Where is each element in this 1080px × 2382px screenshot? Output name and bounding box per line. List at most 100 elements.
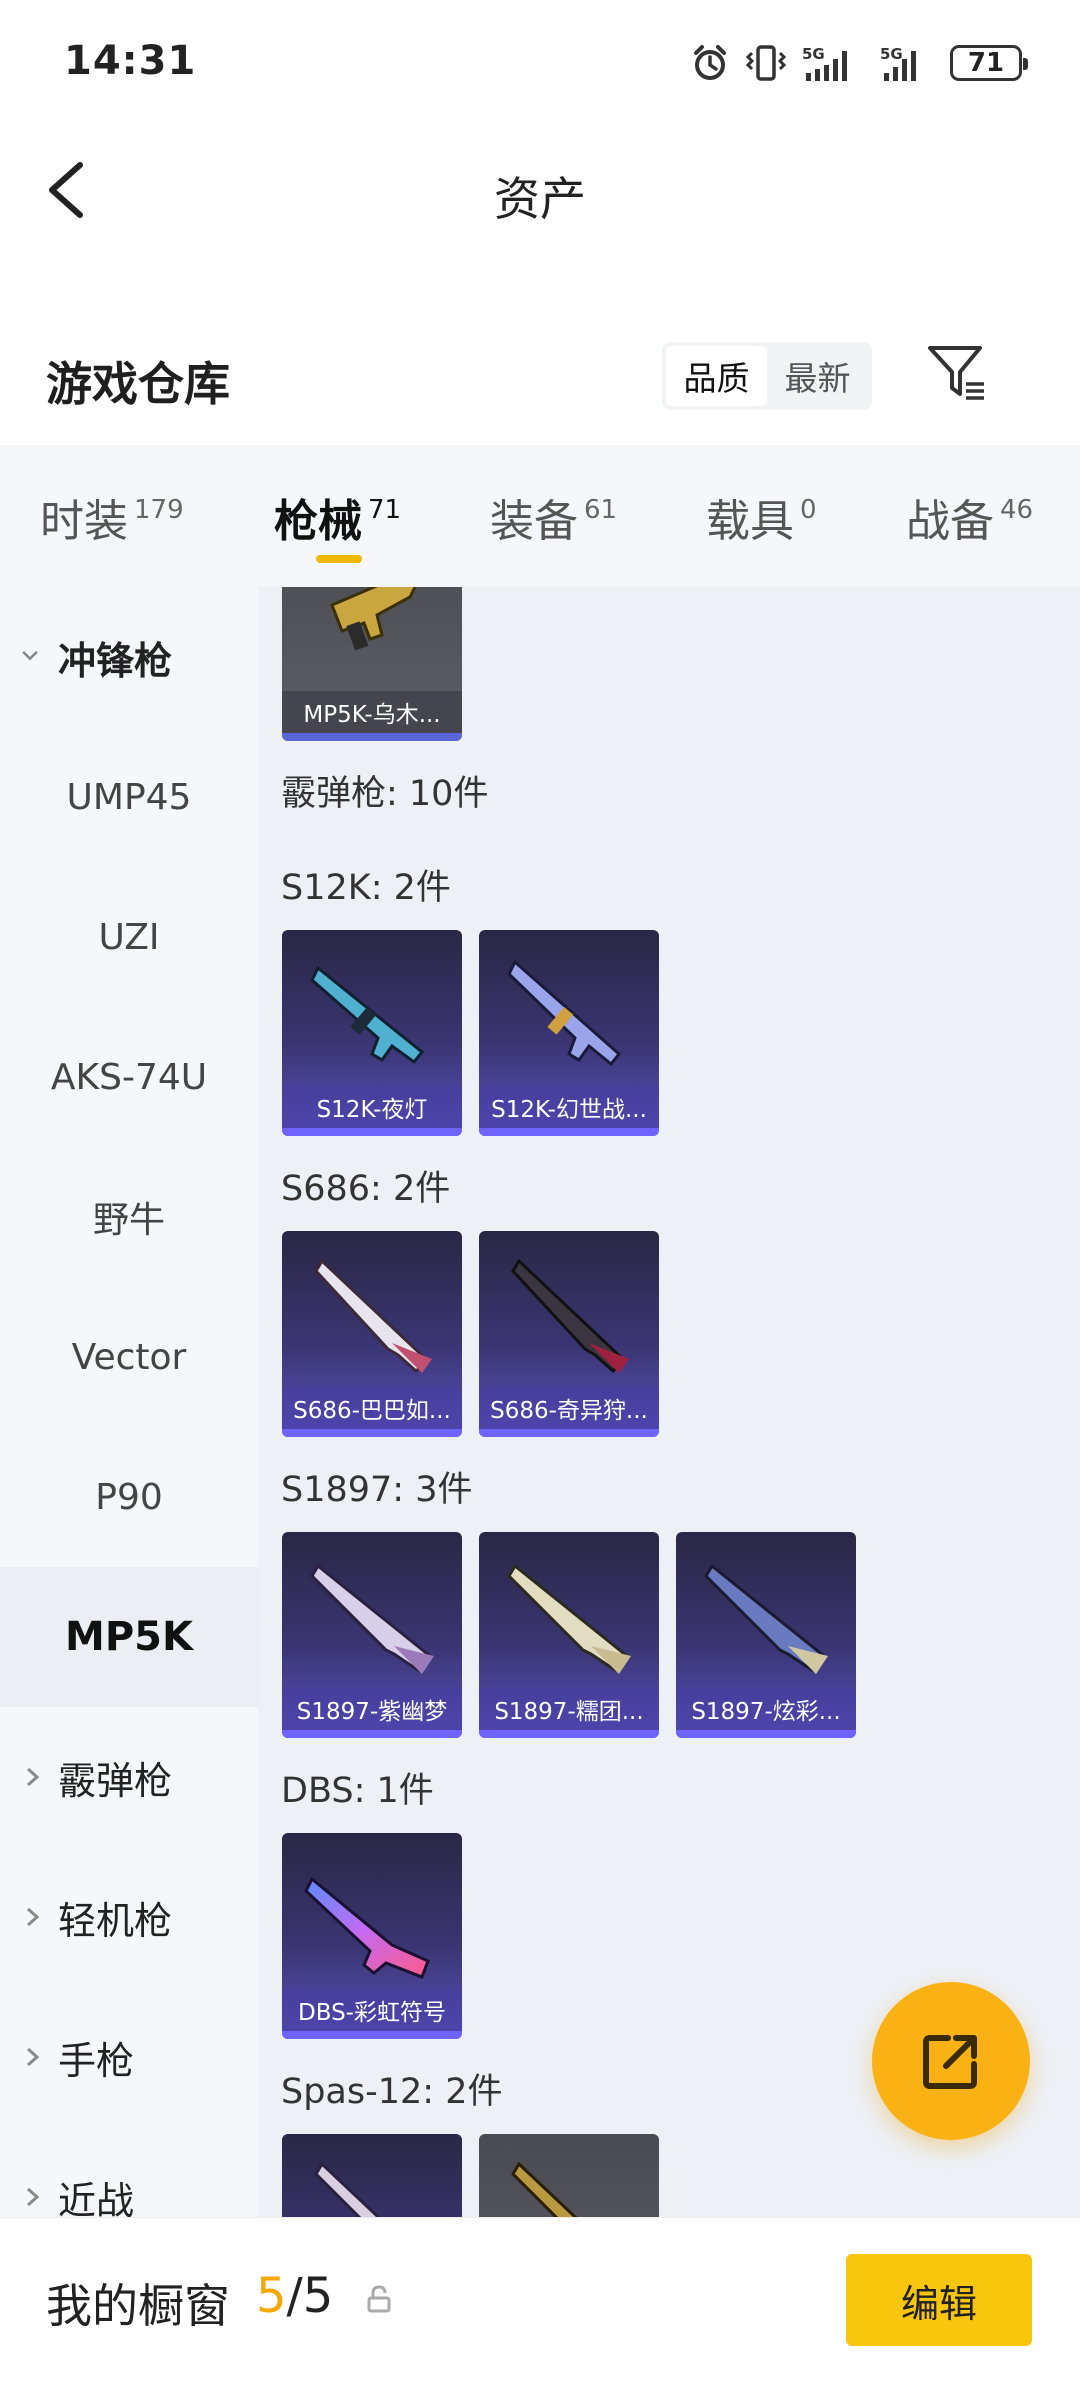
vibrate-icon <box>745 45 787 81</box>
tab-equipment[interactable]: 装备 61 <box>490 485 617 565</box>
sidebar-item-label: 野牛 <box>92 1200 165 1241</box>
weapon-card[interactable] <box>479 2134 659 2217</box>
weapon-card[interactable]: S686-奇异狩... <box>479 1231 659 1437</box>
weapon-card-name: S12K-夜灯 <box>282 1086 462 1128</box>
share-button[interactable] <box>872 1982 1030 2140</box>
tab-count: 61 <box>584 495 618 525</box>
filter-button[interactable] <box>924 340 990 406</box>
weapon-card-name: S686-奇异狩... <box>479 1387 659 1429</box>
page-title: 资产 <box>494 172 586 226</box>
battery-indicator: 71 <box>950 45 1028 81</box>
status-bar: 14:31 5G 5G 71 <box>0 0 1080 125</box>
tab-label: 战备 <box>906 496 994 547</box>
rarity-bar <box>479 1429 659 1437</box>
sidebar-item-label: 霰弹枪 <box>58 1758 173 1803</box>
weapon-grid: MP5K-乌木... 霰弹枪: 10件 S12K: 2件 S12K-夜灯 S12… <box>258 587 1080 2217</box>
tab-supplies[interactable]: 战备 46 <box>906 485 1033 565</box>
weapon-rifle-icon <box>310 965 425 1065</box>
sidebar-item-vector[interactable]: Vector <box>0 1287 258 1427</box>
alarm-icon <box>694 45 726 80</box>
sidebar-group-lmg[interactable]: 轻机枪 <box>0 1847 258 1987</box>
category-tabs: 时装 179 枪械 71 装备 61 载具 0 战备 46 <box>0 445 1080 587</box>
tab-label: 载具 <box>706 496 794 547</box>
rarity-bar <box>282 1429 462 1437</box>
chevron-right-icon <box>27 1767 40 1787</box>
category-heading: 霰弹枪: 10件 <box>281 774 489 814</box>
rarity-bar <box>282 2031 462 2039</box>
nav-bar: 资产 <box>0 125 1080 255</box>
warehouse-header: 游戏仓库 品质 最新 <box>0 330 1080 430</box>
sidebar-item-label: 轻机枪 <box>58 1898 173 1943</box>
weapon-card[interactable]: S12K-夜灯 <box>282 930 462 1136</box>
sidebar-group-melee[interactable]: 近战 <box>0 2127 258 2217</box>
section-title: S1897: 3件 <box>281 1470 473 1510</box>
weapon-card[interactable]: S686-巴巴如... <box>282 1231 462 1437</box>
section-title: DBS: 1件 <box>281 1771 434 1811</box>
section-title: S686: 2件 <box>281 1169 451 1209</box>
tab-vehicles[interactable]: 载具 0 <box>706 485 817 565</box>
showcase-label: 我的橱窗 <box>46 2279 230 2333</box>
sidebar-item-label: 冲锋枪 <box>58 638 173 683</box>
showcase-total: /5 <box>286 2268 334 2324</box>
warehouse-title: 游戏仓库 <box>46 357 230 411</box>
weapon-mp5k-icon <box>330 587 417 651</box>
weapon-card[interactable] <box>282 2134 462 2217</box>
rarity-bar <box>282 1128 462 1136</box>
weapon-shotgun-icon <box>314 1258 432 1373</box>
svg-text:5G: 5G <box>880 45 903 63</box>
app-screen: 14:31 5G 5G 71 资产 游戏仓库 品质 最新 时装 179 枪械 7… <box>0 0 1080 2382</box>
weapon-rifle-icon <box>507 959 622 1067</box>
weapon-card[interactable]: S1897-炫彩... <box>676 1532 856 1738</box>
weapon-type-sidebar: 冲锋枪 UMP45 UZI AKS-74U 野牛 Vector P90 MP5K… <box>0 587 258 2217</box>
sidebar-item-p90[interactable]: P90 <box>0 1427 258 1567</box>
weapon-card[interactable]: S1897-糯团... <box>479 1532 659 1738</box>
sidebar-group-pistol[interactable]: 手枪 <box>0 1987 258 2127</box>
sidebar-item-label: AKS-74U <box>50 1056 208 1098</box>
weapon-card[interactable]: MP5K-乌木... <box>282 587 462 741</box>
sidebar-item-aks74u[interactable]: AKS-74U <box>0 1007 258 1147</box>
weapon-card[interactable]: DBS-彩虹符号 <box>282 1833 462 2039</box>
chevron-right-icon <box>27 2047 40 2067</box>
sidebar-item-uzi[interactable]: UZI <box>0 867 258 1007</box>
weapon-card-name: MP5K-乌木... <box>282 691 462 733</box>
sort-option-newest[interactable]: 最新 <box>767 346 868 406</box>
signal-5g-icon: 5G <box>880 45 916 81</box>
sidebar-item-label: P90 <box>95 1476 163 1518</box>
tab-label: 枪械 <box>274 496 362 547</box>
weapon-card-name: S1897-糯团... <box>479 1688 659 1730</box>
sidebar-item-mp5k[interactable]: MP5K <box>0 1567 258 1707</box>
sort-toggle: 品质 最新 <box>662 342 872 410</box>
filter-icon <box>928 346 984 400</box>
sort-option-quality[interactable]: 品质 <box>666 346 767 406</box>
lock-icon <box>367 2285 391 2313</box>
tab-fashion[interactable]: 时装 179 <box>40 485 184 565</box>
tab-count: 179 <box>134 495 184 525</box>
sidebar-group-shotgun[interactable]: 霰弹枪 <box>0 1707 258 1847</box>
sidebar-item-bizon[interactable]: 野牛 <box>0 1147 258 1287</box>
weapon-card[interactable]: S1897-紫幽梦 <box>282 1532 462 1738</box>
weapon-card-name: S686-巴巴如... <box>282 1387 462 1429</box>
sidebar-item-label: 手枪 <box>58 2038 135 2083</box>
weapon-card-name: S12K-幻世战... <box>479 1086 659 1128</box>
showcase-bar: 我的橱窗 5/5 编辑 <box>0 2217 1080 2382</box>
sidebar-item-ump45[interactable]: UMP45 <box>0 727 258 867</box>
weapon-card[interactable]: S12K-幻世战... <box>479 930 659 1136</box>
weapon-card-name: S1897-炫彩... <box>676 1688 856 1730</box>
active-tab-indicator <box>316 555 362 563</box>
sidebar-group-smg[interactable]: 冲锋枪 <box>0 587 258 727</box>
showcase-count: 5/5 <box>256 2268 333 2324</box>
tab-label: 装备 <box>490 496 578 547</box>
chevron-right-icon <box>27 1907 40 1927</box>
share-icon <box>923 2035 977 2089</box>
edit-button[interactable]: 编辑 <box>846 2254 1032 2346</box>
tab-count: 46 <box>1000 495 1034 525</box>
weapon-card-name: DBS-彩虹符号 <box>282 1989 462 2031</box>
weapon-shotgun-icon <box>507 1563 631 1674</box>
status-time: 14:31 <box>64 38 197 84</box>
sidebar-item-label: 近战 <box>58 2178 135 2218</box>
rarity-bar <box>282 1730 462 1738</box>
signal-5g-icon: 5G <box>802 45 847 81</box>
tab-firearms[interactable]: 枪械 71 <box>274 485 401 565</box>
weapon-shotgun-icon <box>511 1258 629 1373</box>
chevron-right-icon <box>27 2187 40 2207</box>
